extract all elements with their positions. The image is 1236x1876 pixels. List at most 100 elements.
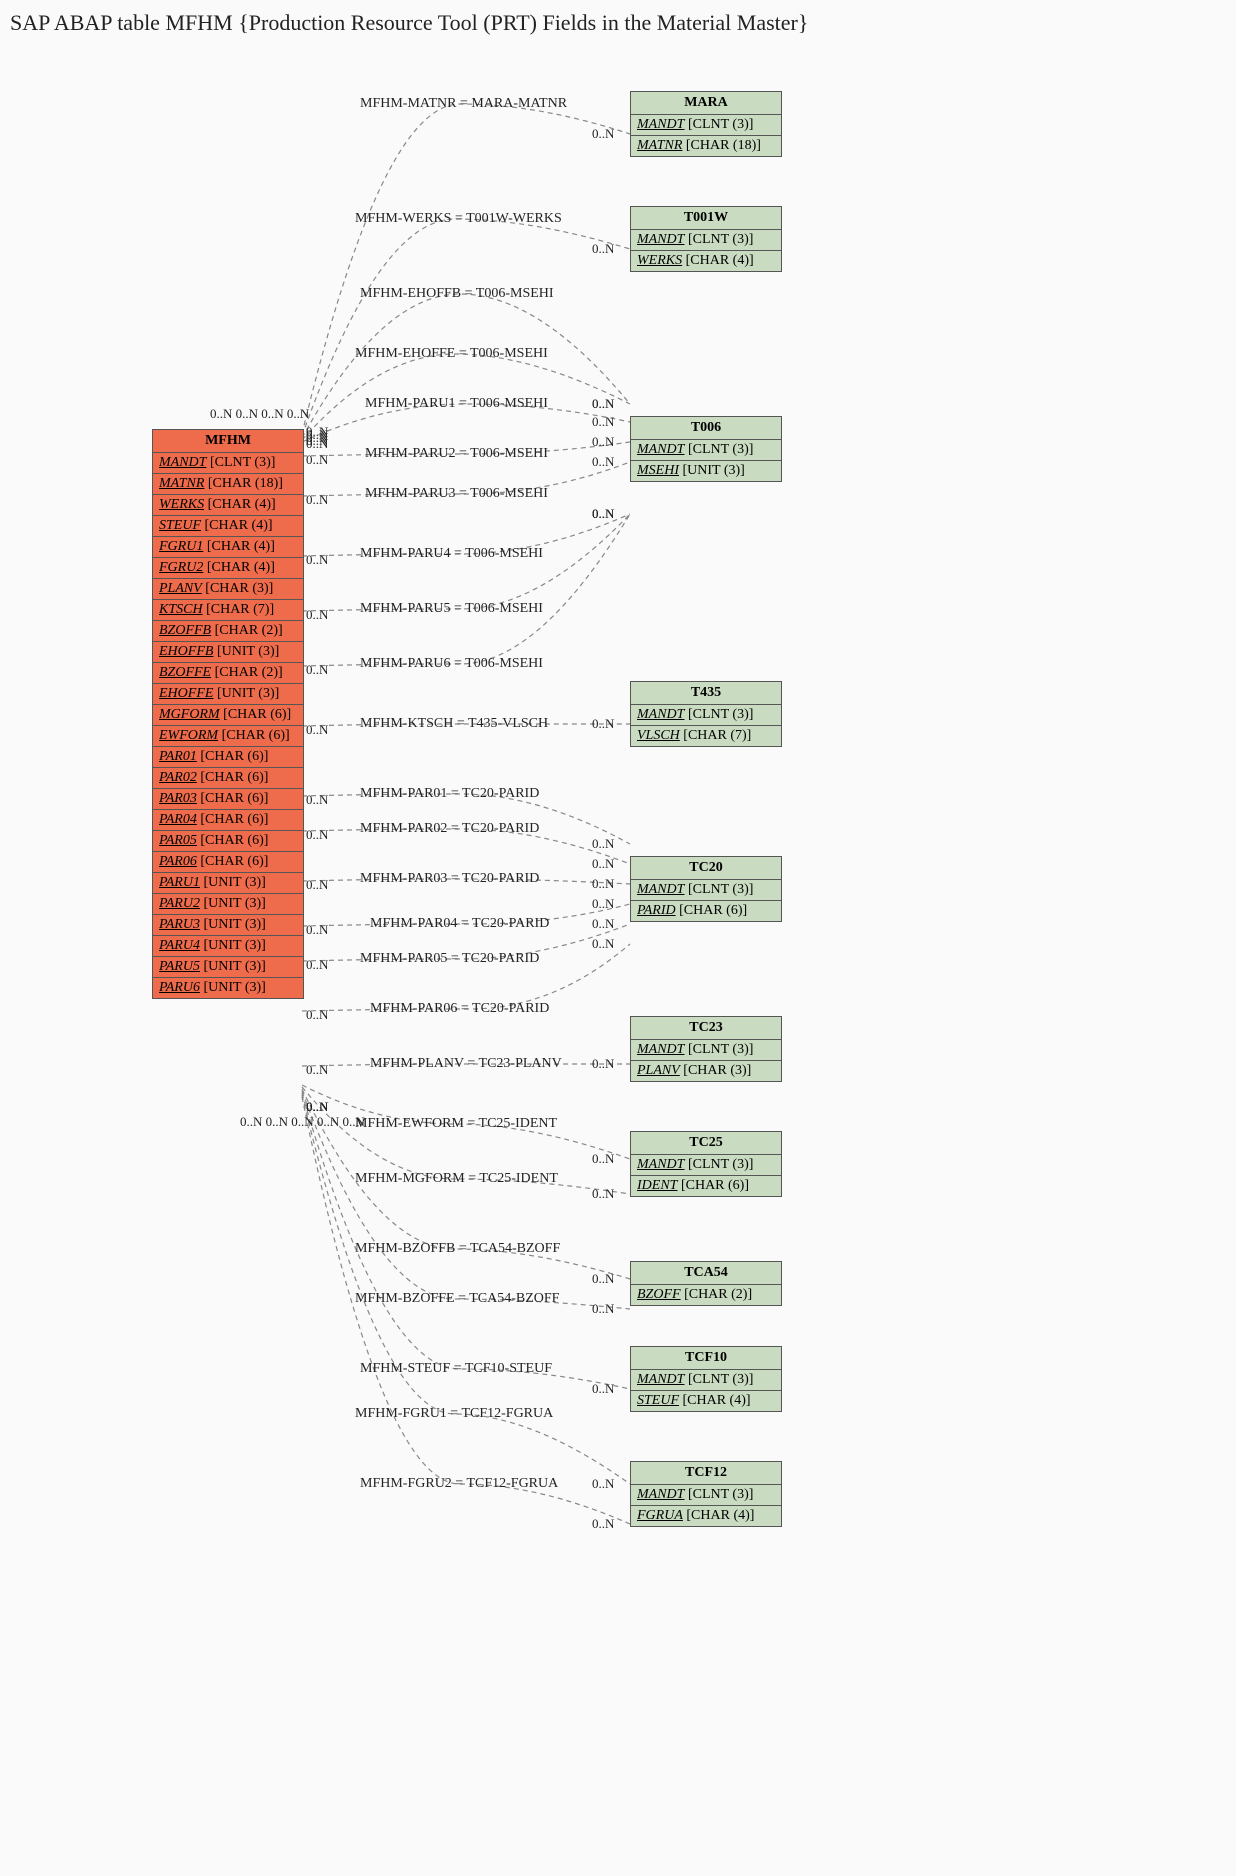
cardinality-left: 0..N (306, 877, 328, 893)
relation-label: MFHM-PAR03 = TC20-PARID (360, 871, 539, 887)
table-header: T435 (631, 682, 781, 705)
table-field: MANDT [CLNT (3)] (631, 440, 781, 461)
cardinality-left: 0..N (306, 662, 328, 678)
table-field: MANDT [CLNT (3)] (631, 705, 781, 726)
table-field: BZOFFE [CHAR (2)] (153, 663, 303, 684)
table-field: EHOFFB [UNIT (3)] (153, 642, 303, 663)
relation-label: MFHM-PAR05 = TC20-PARID (360, 951, 539, 967)
table-field: PARU6 [UNIT (3)] (153, 978, 303, 998)
table-field: PARID [CHAR (6)] (631, 901, 781, 921)
table-field: STEUF [CHAR (4)] (153, 516, 303, 537)
cardinality-right: 0..N (592, 916, 614, 932)
table-field: EWFORM [CHAR (6)] (153, 726, 303, 747)
cardinality-left: 0..N (306, 436, 328, 452)
cardinality-right: 0..N (592, 876, 614, 892)
relation-label: MFHM-PARU3 = T006-MSEHI (365, 486, 548, 502)
table-field: FGRU2 [CHAR (4)] (153, 558, 303, 579)
relation-label: MFHM-PLANV = TC23-PLANV (370, 1056, 562, 1072)
relation-label: MFHM-PAR04 = TC20-PARID (370, 916, 549, 932)
cardinality-right: 0..N (592, 396, 614, 412)
table-field: PARU5 [UNIT (3)] (153, 957, 303, 978)
table-field: IDENT [CHAR (6)] (631, 1176, 781, 1196)
table-header: TC20 (631, 857, 781, 880)
cardinality-right: 0..N (592, 716, 614, 732)
cardinality-left: 0..N (306, 552, 328, 568)
table-mfhm: MFHM MANDT [CLNT (3)]MATNR [CHAR (18)]WE… (152, 429, 304, 999)
table-field: BZOFF [CHAR (2)] (631, 1285, 781, 1305)
table-tc23: TC23MANDT [CLNT (3)]PLANV [CHAR (3)] (630, 1016, 782, 1082)
cardinality-left: 0..N (306, 827, 328, 843)
table-t435: T435MANDT [CLNT (3)]VLSCH [CHAR (7)] (630, 681, 782, 747)
table-field: PARU4 [UNIT (3)] (153, 936, 303, 957)
relation-label: MFHM-PAR01 = TC20-PARID (360, 786, 539, 802)
table-field: PARU3 [UNIT (3)] (153, 915, 303, 936)
table-mara: MARAMANDT [CLNT (3)]MATNR [CHAR (18)] (630, 91, 782, 157)
cardinality-right: 0..N (592, 1056, 614, 1072)
table-field: FGRU1 [CHAR (4)] (153, 537, 303, 558)
relation-label: MFHM-FGRU1 = TCF12-FGRUA (355, 1406, 553, 1422)
table-field: MANDT [CLNT (3)] (153, 453, 303, 474)
cardinality-left: 0..N (306, 452, 328, 468)
table-field: FGRUA [CHAR (4)] (631, 1506, 781, 1526)
table-field: PAR05 [CHAR (6)] (153, 831, 303, 852)
relation-label: MFHM-PARU1 = T006-MSEHI (365, 396, 548, 412)
cardinality-cluster-bottom: 0..N 0..N 0..N 0..N 0..N (240, 1114, 365, 1130)
table-field: BZOFFB [CHAR (2)] (153, 621, 303, 642)
table-field: VLSCH [CHAR (7)] (631, 726, 781, 746)
relation-label: MFHM-MGFORM = TC25-IDENT (355, 1171, 558, 1187)
cardinality-left: 0..N (306, 722, 328, 738)
relation-label: MFHM-FGRU2 = TCF12-FGRUA (360, 1476, 558, 1492)
table-field: PAR02 [CHAR (6)] (153, 768, 303, 789)
table-field: EHOFFE [UNIT (3)] (153, 684, 303, 705)
relation-label: MFHM-WERKS = T001W-WERKS (355, 211, 562, 227)
table-field: PAR01 [CHAR (6)] (153, 747, 303, 768)
relation-label: MFHM-STEUF = TCF10-STEUF (360, 1361, 552, 1377)
table-t006: T006MANDT [CLNT (3)]MSEHI [UNIT (3)] (630, 416, 782, 482)
cardinality-right: 0..N (592, 1186, 614, 1202)
table-tcf10: TCF10MANDT [CLNT (3)]STEUF [CHAR (4)] (630, 1346, 782, 1412)
cardinality-right: 0..N (592, 856, 614, 872)
cardinality-right: 0..N (592, 434, 614, 450)
table-tca54: TCA54BZOFF [CHAR (2)] (630, 1261, 782, 1306)
cardinality-cluster-top: 0..N 0..N 0..N 0..N (210, 406, 309, 422)
table-field: MANDT [CLNT (3)] (631, 115, 781, 136)
cardinality-right: 0..N (592, 1301, 614, 1317)
table-field: PLANV [CHAR (3)] (153, 579, 303, 600)
cardinality-right: 0..N (592, 896, 614, 912)
cardinality-left: 0..N (306, 607, 328, 623)
table-field: PAR06 [CHAR (6)] (153, 852, 303, 873)
table-field: MSEHI [UNIT (3)] (631, 461, 781, 481)
table-header: TCF12 (631, 1462, 781, 1485)
table-tcf12: TCF12MANDT [CLNT (3)]FGRUA [CHAR (4)] (630, 1461, 782, 1527)
relation-label: MFHM-PARU5 = T006-MSEHI (360, 601, 543, 617)
table-field: PARU2 [UNIT (3)] (153, 894, 303, 915)
table-header: MARA (631, 92, 781, 115)
table-field: PAR04 [CHAR (6)] (153, 810, 303, 831)
table-header: TC23 (631, 1017, 781, 1040)
table-field: PLANV [CHAR (3)] (631, 1061, 781, 1081)
cardinality-left: 0..N (306, 1062, 328, 1078)
cardinality-right: 0..N (592, 241, 614, 257)
relation-label: MFHM-PAR06 = TC20-PARID (370, 1001, 549, 1017)
cardinality-right: 0..N (592, 1381, 614, 1397)
table-field: WERKS [CHAR (4)] (153, 495, 303, 516)
cardinality-left: 0..N (306, 1099, 328, 1115)
table-header: TCF10 (631, 1347, 781, 1370)
cardinality-right: 0..N (592, 1271, 614, 1287)
cardinality-left: 0..N (306, 1007, 328, 1023)
relation-label: MFHM-PARU4 = T006-MSEHI (360, 546, 543, 562)
cardinality-right: 0..N (592, 506, 614, 522)
table-field: STEUF [CHAR (4)] (631, 1391, 781, 1411)
table-tc25: TC25MANDT [CLNT (3)]IDENT [CHAR (6)] (630, 1131, 782, 1197)
relation-label: MFHM-KTSCH = T435-VLSCH (360, 716, 548, 732)
cardinality-right: 0..N (592, 836, 614, 852)
cardinality-left: 0..N (306, 492, 328, 508)
cardinality-right: 0..N (592, 454, 614, 470)
cardinality-right: 0..N (592, 126, 614, 142)
table-header: TCA54 (631, 1262, 781, 1285)
page-title: SAP ABAP table MFHM {Production Resource… (10, 10, 1226, 36)
relation-label: MFHM-EWFORM = TC25-IDENT (355, 1116, 557, 1132)
table-field: MANDT [CLNT (3)] (631, 1040, 781, 1061)
relation-label: MFHM-PARU2 = T006-MSEHI (365, 446, 548, 462)
table-header: T001W (631, 207, 781, 230)
